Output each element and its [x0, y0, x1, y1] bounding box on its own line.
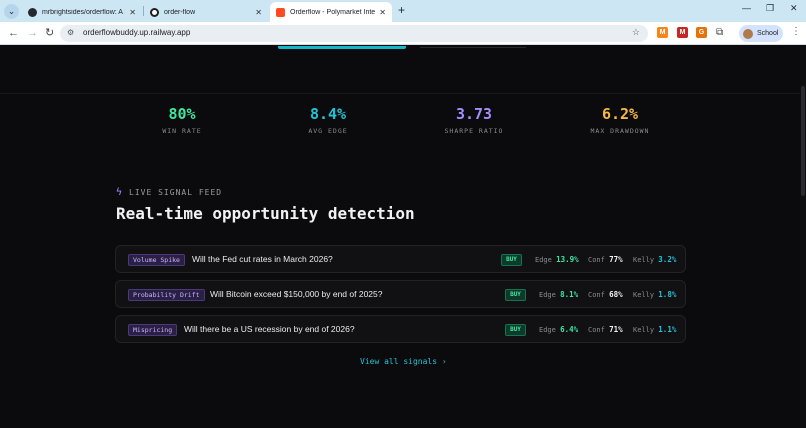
stat-win-rate: 80% WIN RATE — [122, 105, 242, 135]
restore-icon[interactable]: ❐ — [766, 3, 774, 14]
edge-value: 8.1% — [560, 290, 579, 299]
section-divider — [0, 93, 806, 94]
browser-toolbar: ← → ↻ ⚙ orderflowbuddy.up.railway.app ☆ … — [0, 22, 806, 45]
address-url[interactable]: orderflowbuddy.up.railway.app — [83, 28, 190, 37]
close-tab-icon[interactable]: ✕ — [379, 8, 386, 17]
stat-avg-edge: 8.4% AVG EDGE — [268, 105, 388, 135]
market-question[interactable]: Will Bitcoin exceed $150,000 by end of 2… — [210, 289, 382, 299]
tab-title: Orderflow - Polymarket Intellig — [290, 8, 376, 16]
close-tab-icon[interactable]: ✕ — [255, 8, 262, 17]
metric-label: Kelly — [633, 291, 655, 299]
kelly-metric: Kelly 1.1% — [633, 325, 676, 334]
stat-sharpe-ratio: 3.73 SHARPE RATIO — [414, 105, 534, 135]
lightning-icon: ϟ — [116, 187, 124, 198]
site-icon — [150, 7, 159, 17]
section-title: Real-time opportunity detection — [116, 204, 415, 223]
close-tab-icon[interactable]: ✕ — [129, 8, 136, 17]
metric-label: Edge — [539, 326, 556, 334]
kelly-value: 3.2% — [658, 255, 677, 264]
stat-value: 80% — [168, 105, 196, 123]
profile-label: School — [757, 30, 779, 37]
edge-metric: Edge 13.9% — [535, 255, 579, 264]
extension-red-icon[interactable]: M — [677, 27, 688, 38]
tab-github-orderflow[interactable]: mrbrightsides/orderflow: A live ✕ — [22, 2, 142, 22]
signal-card[interactable]: Volume Spike Will the Fed cut rates in M… — [115, 245, 686, 273]
metric-label: Kelly — [633, 326, 655, 334]
edge-value: 13.9% — [556, 255, 579, 264]
stat-label: SHARPE RATIO — [444, 127, 504, 135]
kelly-metric: Kelly 3.2% — [633, 255, 676, 264]
stat-label: WIN RATE — [162, 127, 202, 135]
primary-cta-button-edge[interactable] — [278, 46, 406, 49]
github-icon — [28, 7, 37, 17]
tab-orderflow-polymarket[interactable]: Orderflow - Polymarket Intellig ✕ — [270, 2, 392, 22]
stat-value: 6.2% — [601, 105, 639, 123]
site-info-icon[interactable]: ⚙ — [67, 28, 74, 37]
tab-order-flow[interactable]: order-flow ✕ — [144, 2, 268, 22]
confidence-value: 71% — [609, 325, 623, 334]
confidence-value: 77% — [609, 255, 623, 264]
page-scrollbar[interactable] — [800, 46, 806, 428]
new-tab-icon[interactable]: + — [398, 4, 405, 16]
close-window-icon[interactable]: ✕ — [790, 3, 798, 14]
signal-type-badge: Volume Spike — [128, 254, 185, 266]
profile-button[interactable]: School — [739, 25, 783, 42]
signal-type-badge: Mispricing — [128, 324, 178, 336]
section-eyebrow: ϟ LIVE SIGNAL FEED — [116, 187, 222, 198]
edge-value: 6.4% — [560, 325, 579, 334]
minimize-icon[interactable]: — — [742, 3, 751, 13]
browser-tab-strip: ⌄ mrbrightsides/orderflow: A live ✕ orde… — [0, 0, 806, 22]
extensions-puzzle-icon[interactable]: ⧉ — [716, 26, 723, 40]
view-all-signals-link[interactable]: View all signals › — [360, 357, 447, 366]
signal-card[interactable]: Probability Drift Will Bitcoin exceed $1… — [115, 280, 686, 308]
confidence-metric: Conf 68% — [588, 290, 623, 299]
confidence-metric: Conf 71% — [588, 325, 623, 334]
bookmark-star-icon[interactable]: ☆ — [632, 27, 640, 38]
metric-label: Edge — [539, 291, 556, 299]
signal-type-badge: Probability Drift — [128, 289, 205, 301]
kelly-value: 1.8% — [658, 290, 677, 299]
stat-label: MAX DRAWDOWN — [590, 127, 650, 135]
action-badge: BUY — [505, 289, 526, 301]
back-arrow-icon[interactable]: ← — [8, 26, 19, 40]
metric-label: Edge — [535, 256, 552, 264]
stat-value: 3.73 — [455, 105, 493, 123]
edge-metric: Edge 6.4% — [539, 325, 578, 334]
reload-icon[interactable]: ↻ — [45, 26, 54, 40]
signal-card[interactable]: Mispricing Will there be a US recession … — [115, 315, 686, 343]
page-viewport: 80% WIN RATE 8.4% AVG EDGE 3.73 SHARPE R… — [0, 46, 806, 428]
metric-label: Conf — [588, 326, 605, 334]
metric-label: Kelly — [633, 256, 655, 264]
tab-title: mrbrightsides/orderflow: A live — [42, 8, 125, 16]
market-question[interactable]: Will the Fed cut rates in March 2026? — [192, 254, 333, 264]
extension-orange-icon[interactable]: G — [696, 27, 707, 38]
kelly-metric: Kelly 1.8% — [633, 290, 676, 299]
browser-menu-icon[interactable]: ⋮ — [791, 26, 801, 37]
confidence-value: 68% — [609, 290, 623, 299]
secondary-cta-button-edge[interactable] — [420, 46, 526, 48]
forward-arrow-icon[interactable]: → — [27, 26, 38, 40]
tab-search-icon[interactable]: ⌄ — [4, 4, 19, 19]
confidence-metric: Conf 77% — [588, 255, 623, 264]
market-question[interactable]: Will there be a US recession by end of 2… — [184, 324, 355, 334]
tab-title: order-flow — [164, 8, 196, 16]
stat-label: AVG EDGE — [308, 127, 348, 135]
metric-label: Conf — [588, 291, 605, 299]
stat-value: 8.4% — [309, 105, 347, 123]
section-eyebrow-text: LIVE SIGNAL FEED — [129, 188, 223, 197]
action-badge: BUY — [505, 324, 526, 336]
stat-max-drawdown: 6.2% MAX DRAWDOWN — [560, 105, 680, 135]
avatar — [743, 28, 753, 39]
orderflow-icon — [276, 7, 285, 17]
metric-label: Conf — [588, 256, 605, 264]
scrollbar-thumb[interactable] — [801, 86, 805, 196]
edge-metric: Edge 8.1% — [539, 290, 578, 299]
address-bar[interactable]: ⚙ orderflowbuddy.up.railway.app ☆ — [60, 25, 648, 42]
kelly-value: 1.1% — [658, 325, 677, 334]
action-badge: BUY — [501, 254, 522, 266]
metamask-icon[interactable]: M — [657, 27, 668, 38]
